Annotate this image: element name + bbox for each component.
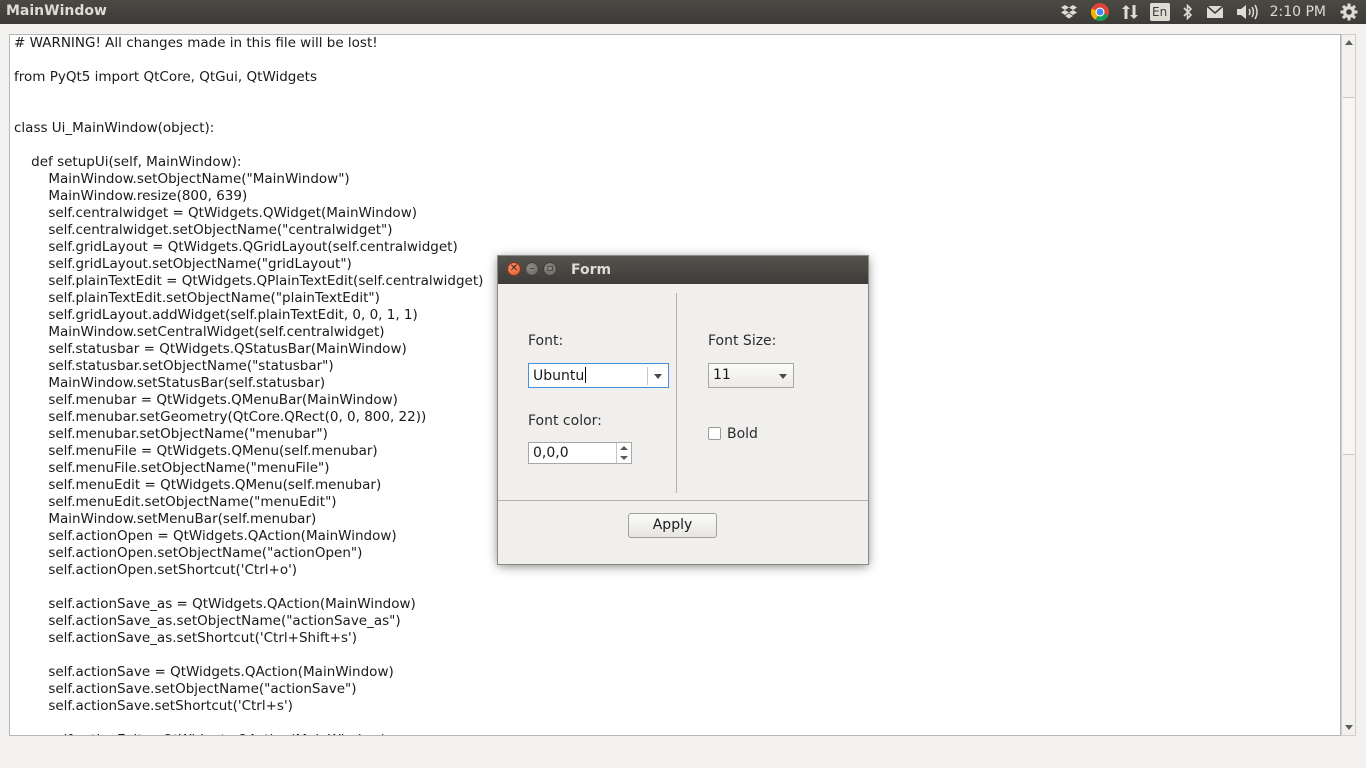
close-icon: ✕ xyxy=(509,263,519,274)
code-line: # WARNING! All changes made in this file… xyxy=(14,35,378,51)
code-line: MainWindow.setMenuBar(self.menubar) xyxy=(14,511,317,527)
code-line: class Ui_MainWindow(object): xyxy=(14,120,215,136)
combobox-separator xyxy=(647,367,648,385)
dropbox-icon[interactable] xyxy=(1060,0,1078,24)
code-line: self.centralwidget = QtWidgets.QWidget(M… xyxy=(14,205,417,221)
code-line: self.gridLayout.setObjectName("gridLayou… xyxy=(14,256,352,272)
code-line: self.centralwidget.setObjectName("centra… xyxy=(14,222,393,238)
code-line: self.menuEdit = QtWidgets.QMenu(self.men… xyxy=(14,477,382,493)
chevron-down-icon[interactable] xyxy=(654,374,662,379)
vertical-divider xyxy=(676,293,677,493)
text-cursor xyxy=(585,367,587,383)
system-tray: En 2:10 PM xyxy=(1060,0,1366,24)
close-button[interactable]: ✕ xyxy=(507,262,521,276)
active-window-title: MainWindow xyxy=(6,3,107,19)
font-color-label: Font color: xyxy=(528,413,602,429)
code-line: self.menuFile.setObjectName("menuFile") xyxy=(14,460,330,476)
code-line: self.actionSave_as = QtWidgets.QAction(M… xyxy=(14,596,416,612)
maximize-icon: ▫ xyxy=(546,263,554,274)
code-line: self.menubar.setObjectName("menubar") xyxy=(14,426,328,442)
code-text[interactable]: # WARNING! All changes made in this file… xyxy=(14,35,484,735)
code-line: MainWindow.setStatusBar(self.statusbar) xyxy=(14,375,326,391)
code-line: MainWindow.setObjectName("MainWindow") xyxy=(14,171,350,187)
font-combobox[interactable]: Ubuntu xyxy=(528,363,669,388)
scroll-up-arrow-icon[interactable] xyxy=(1345,40,1353,45)
code-line: self.menubar.setGeometry(QtCore.QRect(0,… xyxy=(14,409,427,425)
code-line: self.actionExit = QtWidgets.QAction(Main… xyxy=(14,732,483,735)
minimize-icon: – xyxy=(529,263,535,274)
keyboard-language-icon[interactable]: En xyxy=(1149,0,1170,24)
volume-icon[interactable] xyxy=(1236,0,1258,24)
language-badge: En xyxy=(1149,3,1170,21)
clock[interactable]: 2:10 PM xyxy=(1270,4,1326,20)
code-line: from PyQt5 import QtCore, QtGui, QtWidge… xyxy=(14,69,318,85)
font-color-value: 0,0,0 xyxy=(533,445,569,461)
bold-label[interactable]: Bold xyxy=(727,426,758,442)
code-line: self.actionOpen.setShortcut('Ctrl+o') xyxy=(14,562,298,578)
horizontal-divider xyxy=(498,500,868,501)
code-line: self.plainTextEdit.setObjectName("plainT… xyxy=(14,290,380,306)
code-line: self.menuEdit.setObjectName("menuEdit") xyxy=(14,494,337,510)
apply-button[interactable]: Apply xyxy=(628,513,717,538)
code-line: MainWindow.resize(800, 639) xyxy=(14,188,248,204)
code-line: def setupUi(self, MainWindow): xyxy=(14,154,242,170)
form-dialog: ✕ – ▫ Form Font: Ubuntu Font color: 0,0,… xyxy=(498,256,868,564)
font-size-value: 11 xyxy=(713,367,731,383)
code-line: self.actionSave.setShortcut('Ctrl+s') xyxy=(14,698,293,714)
code-line: self.actionOpen.setObjectName("actionOpe… xyxy=(14,545,363,561)
code-line: MainWindow.setCentralWidget(self.central… xyxy=(14,324,385,340)
code-line: self.actionSave_as.setObjectName("action… xyxy=(14,613,401,629)
code-line: self.actionSave_as.setShortcut('Ctrl+Shi… xyxy=(14,630,357,646)
font-size-label: Font Size: xyxy=(708,333,777,349)
code-line: self.actionOpen = QtWidgets.QAction(Main… xyxy=(14,528,397,544)
mail-icon[interactable] xyxy=(1206,0,1224,24)
minimize-button[interactable]: – xyxy=(525,262,539,276)
chevron-down-icon[interactable] xyxy=(779,374,787,379)
dialog-titlebar[interactable]: ✕ – ▫ Form xyxy=(498,256,868,284)
spin-up-arrow-icon[interactable] xyxy=(620,446,628,450)
network-icon[interactable] xyxy=(1121,0,1138,24)
scroll-down-arrow-icon[interactable] xyxy=(1345,725,1353,730)
code-line: self.statusbar = QtWidgets.QStatusBar(Ma… xyxy=(14,341,407,357)
code-line: self.actionSave.setObjectName("actionSav… xyxy=(14,681,357,697)
code-line: self.statusbar.setObjectName("statusbar"… xyxy=(14,358,334,374)
code-line: self.menubar = QtWidgets.QMenuBar(MainWi… xyxy=(14,392,398,408)
code-line: self.gridLayout = QtWidgets.QGridLayout(… xyxy=(14,239,458,255)
settings-gear-icon[interactable] xyxy=(1340,0,1358,24)
dialog-title: Form xyxy=(571,262,612,278)
code-line: self.gridLayout.addWidget(self.plainText… xyxy=(14,307,418,323)
bold-checkbox[interactable] xyxy=(708,427,721,440)
spin-buttons[interactable] xyxy=(616,443,631,463)
font-color-spinbox[interactable]: 0,0,0 xyxy=(528,442,632,464)
code-line: self.menuFile = QtWidgets.QMenu(self.men… xyxy=(14,443,378,459)
top-panel: MainWindow En 2:10 PM xyxy=(0,0,1366,24)
code-line: self.actionSave = QtWidgets.QAction(Main… xyxy=(14,664,394,680)
chrome-icon[interactable] xyxy=(1090,0,1110,24)
maximize-button[interactable]: ▫ xyxy=(543,262,557,276)
vertical-scrollbar[interactable] xyxy=(1341,34,1356,736)
spin-down-arrow-icon[interactable] xyxy=(620,456,628,460)
font-combobox-value: Ubuntu xyxy=(533,368,585,384)
font-size-combobox[interactable]: 11 xyxy=(708,363,794,388)
scrollbar-thumb[interactable] xyxy=(1343,97,1354,455)
bluetooth-icon[interactable] xyxy=(1182,0,1194,24)
code-line: self.plainTextEdit = QtWidgets.QPlainTex… xyxy=(14,273,484,289)
font-label: Font: xyxy=(528,333,564,349)
